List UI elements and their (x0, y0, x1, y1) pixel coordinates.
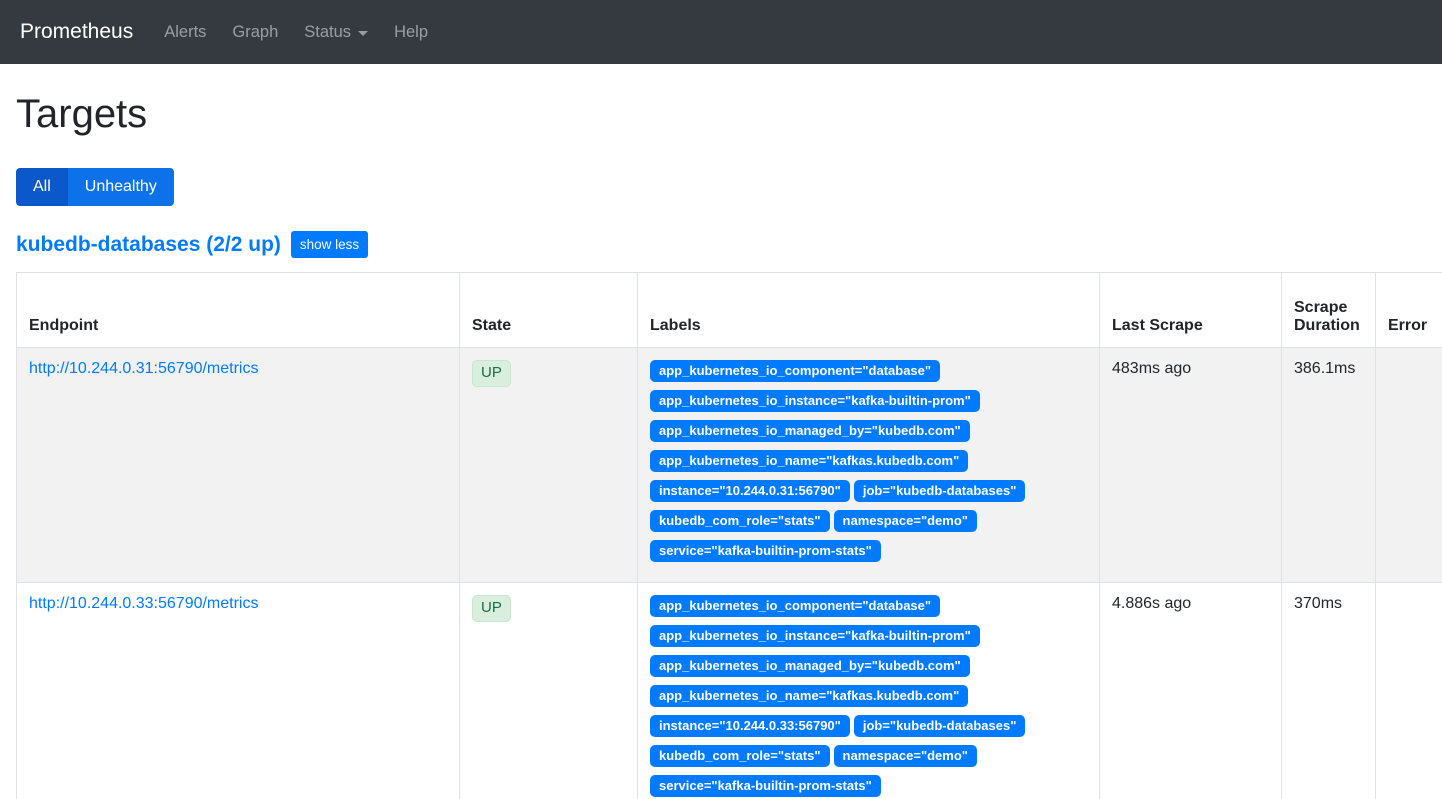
label-badge[interactable]: service="kafka-builtin-prom-stats" (650, 540, 881, 562)
page-title: Targets (16, 90, 1426, 138)
labels-cell: app_kubernetes_io_component="database"ap… (638, 583, 1100, 799)
scrape-duration-cell: 370ms (1282, 583, 1376, 799)
label-badge[interactable]: instance="10.244.0.33:56790" (650, 715, 850, 737)
label-badge[interactable]: instance="10.244.0.31:56790" (650, 480, 850, 502)
error-cell (1376, 583, 1442, 799)
target-row: http://10.244.0.31:56790/metrics UP app_… (17, 348, 1442, 583)
label-badge[interactable]: app_kubernetes_io_managed_by="kubedb.com… (650, 655, 970, 677)
label-badge[interactable]: app_kubernetes_io_component="database" (650, 360, 940, 382)
label-badge[interactable]: app_kubernetes_io_component="database" (650, 595, 940, 617)
brand-link[interactable]: Prometheus (20, 20, 133, 44)
label-badge[interactable]: job="kubedb-databases" (854, 715, 1026, 737)
endpoint-cell: http://10.244.0.31:56790/metrics (17, 348, 460, 583)
state-up-badge: UP (472, 360, 511, 387)
target-filter-group: All Unhealthy (16, 168, 174, 206)
target-row: http://10.244.0.33:56790/metrics UP app_… (17, 583, 1442, 799)
label-badge[interactable]: app_kubernetes_io_name="kafkas.kubedb.co… (650, 450, 968, 472)
label-badge[interactable]: app_kubernetes_io_instance="kafka-builti… (650, 625, 980, 647)
endpoint-link[interactable]: http://10.244.0.31:56790/metrics (29, 360, 258, 377)
targets-table: Endpoint State Labels Last Scrape Scrape… (16, 272, 1442, 799)
column-header-state: State (460, 273, 638, 348)
targets-table-head: Endpoint State Labels Last Scrape Scrape… (17, 273, 1442, 348)
filter-unhealthy-button[interactable]: Unhealthy (68, 168, 174, 206)
nav-item-help[interactable]: Help (381, 15, 441, 50)
label-badge[interactable]: app_kubernetes_io_name="kafkas.kubedb.co… (650, 685, 968, 707)
label-badge[interactable]: kubedb_com_role="stats" (650, 745, 830, 767)
top-navbar: Prometheus Alerts Graph Status Help (0, 0, 1442, 64)
main-content: Targets All Unhealthy kubedb-databases (… (0, 90, 1442, 799)
column-header-endpoint: Endpoint (17, 273, 460, 348)
state-up-badge: UP (472, 595, 511, 622)
label-badge[interactable]: kubedb_com_role="stats" (650, 510, 830, 532)
job-group-title[interactable]: kubedb-databases (2/2 up) (16, 233, 281, 257)
column-header-error: Error (1376, 273, 1442, 348)
last-scrape-cell: 483ms ago (1100, 348, 1282, 583)
endpoint-cell: http://10.244.0.33:56790/metrics (17, 583, 460, 799)
label-badge[interactable]: app_kubernetes_io_instance="kafka-builti… (650, 390, 980, 412)
error-cell (1376, 348, 1442, 583)
label-badge[interactable]: namespace="demo" (834, 510, 977, 532)
label-badge[interactable]: service="kafka-builtin-prom-stats" (650, 775, 881, 797)
chevron-down-icon (358, 31, 368, 36)
labels-cell: app_kubernetes_io_component="database"ap… (638, 348, 1100, 583)
nav-item-graph[interactable]: Graph (219, 15, 291, 50)
targets-table-body: http://10.244.0.31:56790/metrics UP app_… (17, 348, 1442, 799)
scrape-duration-cell: 386.1ms (1282, 348, 1376, 583)
nav-item-status-label: Status (304, 23, 351, 42)
label-badge[interactable]: app_kubernetes_io_managed_by="kubedb.com… (650, 420, 970, 442)
job-group-header: kubedb-databases (2/2 up) show less (16, 231, 1426, 258)
column-header-scrape-duration: Scrape Duration (1282, 273, 1376, 348)
labels-list: app_kubernetes_io_component="database"ap… (650, 595, 1087, 799)
state-cell: UP (460, 348, 638, 583)
column-header-labels: Labels (638, 273, 1100, 348)
nav-item-status[interactable]: Status (291, 15, 381, 50)
last-scrape-cell: 4.886s ago (1100, 583, 1282, 799)
state-cell: UP (460, 583, 638, 799)
nav-item-alerts[interactable]: Alerts (151, 15, 219, 50)
column-header-last-scrape: Last Scrape (1100, 273, 1282, 348)
label-badge[interactable]: namespace="demo" (834, 745, 977, 767)
label-badge[interactable]: job="kubedb-databases" (854, 480, 1026, 502)
filter-all-button[interactable]: All (16, 168, 68, 206)
labels-list: app_kubernetes_io_component="database"ap… (650, 360, 1087, 570)
show-less-button[interactable]: show less (291, 231, 368, 258)
endpoint-link[interactable]: http://10.244.0.33:56790/metrics (29, 595, 258, 612)
